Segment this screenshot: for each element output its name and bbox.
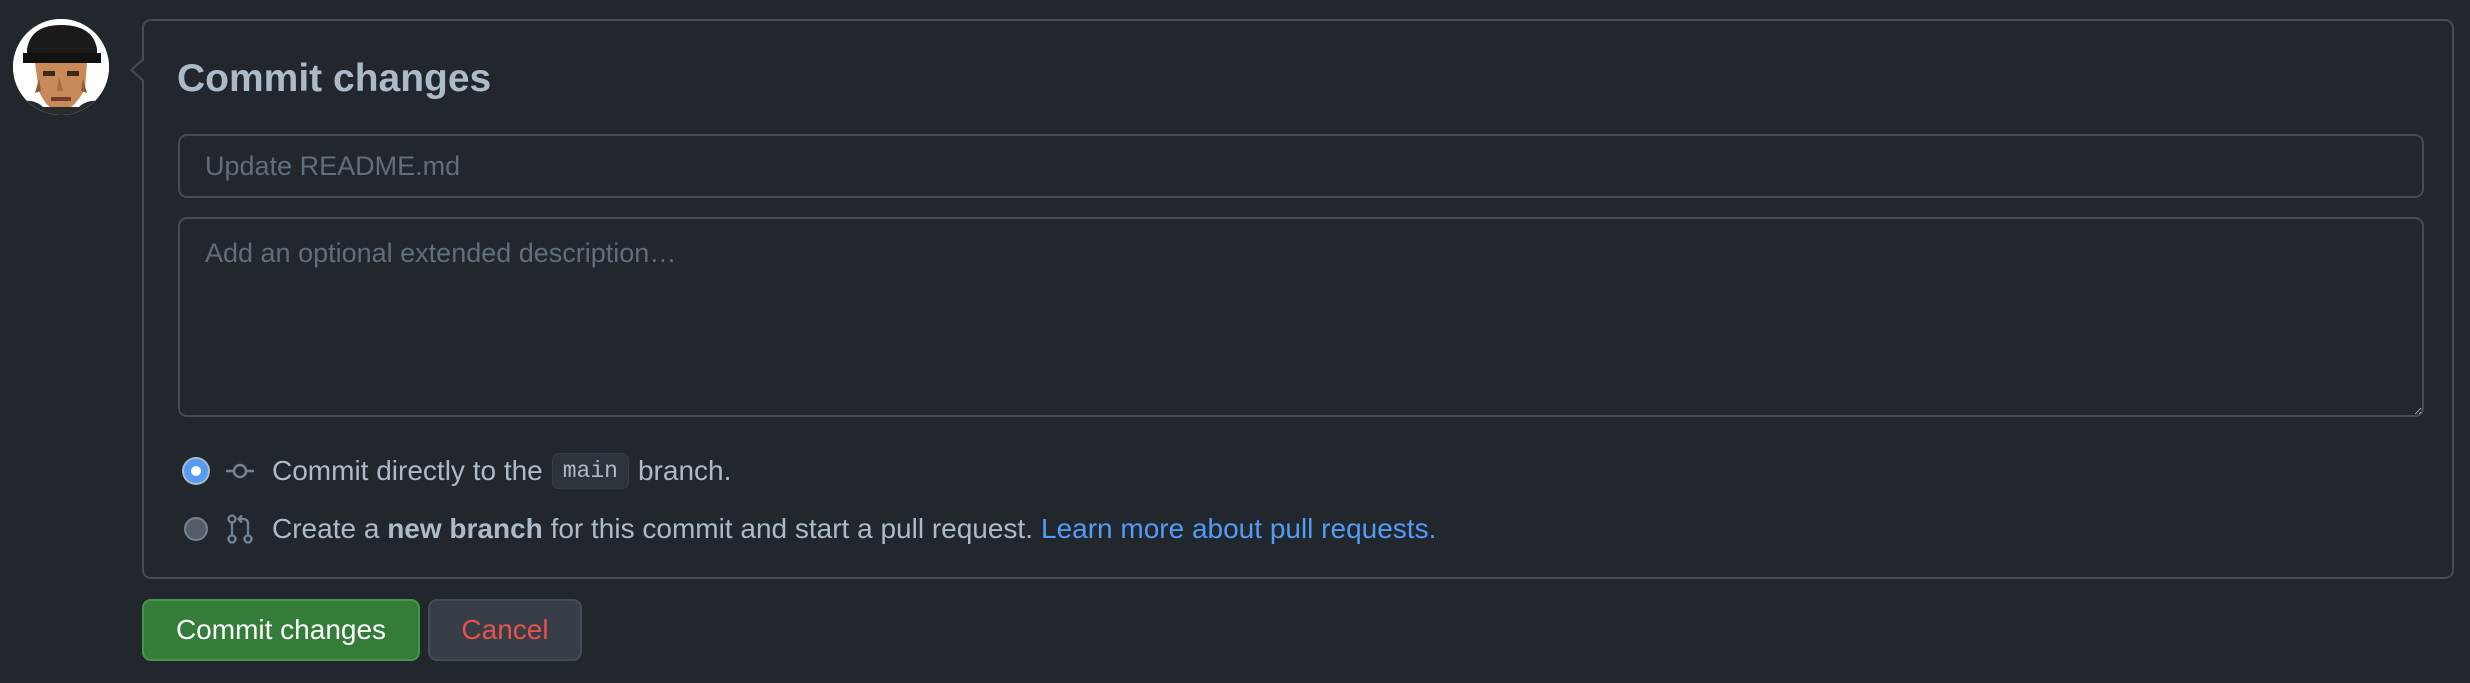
new-branch-option[interactable]: Create a new branch for this commit and …: [184, 509, 1436, 549]
commit-changes-button[interactable]: Commit changes: [142, 599, 420, 661]
new-branch-prefix: Create a: [272, 513, 380, 544]
panel-title: Commit changes: [177, 57, 492, 100]
commit-description-textarea[interactable]: [178, 217, 2424, 417]
branch-name-badge: main: [551, 453, 629, 489]
git-pull-request-icon: [224, 513, 256, 545]
cancel-button[interactable]: Cancel: [428, 599, 582, 661]
user-avatar[interactable]: [13, 19, 109, 115]
git-commit-icon: [224, 455, 256, 487]
commit-page: Commit changes Commit directly to the ma…: [0, 0, 2470, 683]
new-branch-emphasis: new branch: [387, 513, 543, 544]
commit-direct-prefix: Commit directly to the: [272, 455, 543, 486]
panel-caret: [130, 57, 145, 83]
learn-more-pull-requests-link[interactable]: Learn more about pull requests.: [1041, 513, 1436, 545]
new-branch-suffix: for this commit and start a pull request…: [550, 513, 1033, 544]
commit-direct-option[interactable]: Commit directly to the main branch.: [184, 451, 731, 491]
commit-direct-radio[interactable]: [184, 459, 208, 483]
commit-direct-suffix: branch.: [637, 455, 732, 486]
new-branch-radio[interactable]: [184, 517, 208, 541]
commit-summary-input[interactable]: [178, 134, 2424, 198]
user-avatar-icon: [13, 19, 109, 115]
commit-changes-panel: Commit changes Commit directly to the ma…: [130, 19, 2454, 579]
